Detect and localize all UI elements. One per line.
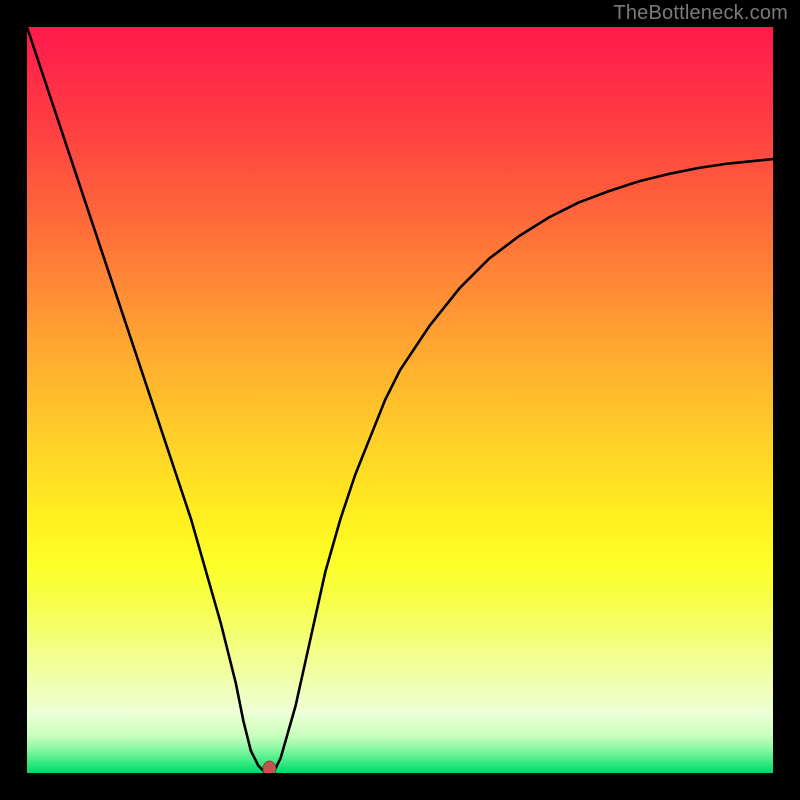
bottleneck-curve	[27, 27, 773, 773]
minimum-marker-icon	[263, 761, 276, 773]
watermark-text: TheBottleneck.com	[613, 2, 788, 25]
plot-area	[27, 27, 773, 773]
chart-frame: TheBottleneck.com	[0, 0, 800, 800]
curve-svg	[27, 27, 773, 773]
